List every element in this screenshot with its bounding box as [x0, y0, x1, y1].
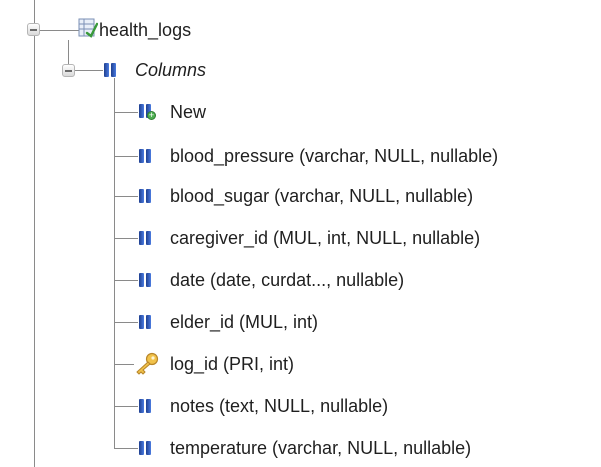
tree-connector — [114, 78, 115, 448]
column-item[interactable]: notes (text, NULL, nullable) — [170, 395, 388, 417]
column-item[interactable]: elder_id (MUL, int) — [170, 311, 318, 333]
primary-key-icon — [136, 352, 159, 375]
column-item[interactable]: blood_pressure (varchar, NULL, nullable) — [170, 145, 498, 167]
column-item[interactable]: temperature (varchar, NULL, nullable) — [170, 437, 471, 459]
column-item[interactable]: log_id (PRI, int) — [170, 353, 294, 375]
column-icon — [139, 149, 153, 163]
tree-connector — [114, 406, 138, 407]
column-icon — [139, 231, 153, 245]
columns-group-label[interactable]: Columns — [135, 59, 206, 81]
column-item[interactable]: blood_sugar (varchar, NULL, nullable) — [170, 185, 473, 207]
tree-connector-root — [34, 0, 35, 467]
column-item[interactable]: date (date, curdat..., nullable) — [170, 269, 404, 291]
columns-icon — [104, 63, 118, 77]
table-name[interactable]: health_logs — [99, 19, 191, 41]
tree-connector — [114, 156, 138, 157]
columns-collapse-toggle[interactable] — [62, 64, 75, 77]
tree-connector — [75, 70, 103, 71]
table-icon — [78, 18, 98, 38]
tree-connector — [114, 448, 138, 449]
tree-connector — [114, 112, 138, 113]
column-item[interactable]: caregiver_id (MUL, int, NULL, nullable) — [170, 227, 480, 249]
column-icon — [139, 399, 153, 413]
tree-connector — [114, 364, 134, 365]
tree-connector — [40, 30, 80, 31]
plus-icon: + — [147, 110, 156, 120]
column-icon — [139, 441, 153, 455]
new-column-link[interactable]: New — [170, 101, 206, 123]
column-icon — [139, 273, 153, 287]
tree-connector — [114, 280, 138, 281]
table-collapse-toggle[interactable] — [27, 23, 40, 36]
column-icon — [139, 315, 153, 329]
tree-connector — [114, 196, 138, 197]
column-icon — [139, 189, 153, 203]
new-column-icon: + — [139, 104, 156, 120]
navigation-tree: health_logs Columns + New blood_pressure… — [0, 0, 601, 467]
tree-connector — [114, 238, 138, 239]
tree-connector — [114, 322, 138, 323]
